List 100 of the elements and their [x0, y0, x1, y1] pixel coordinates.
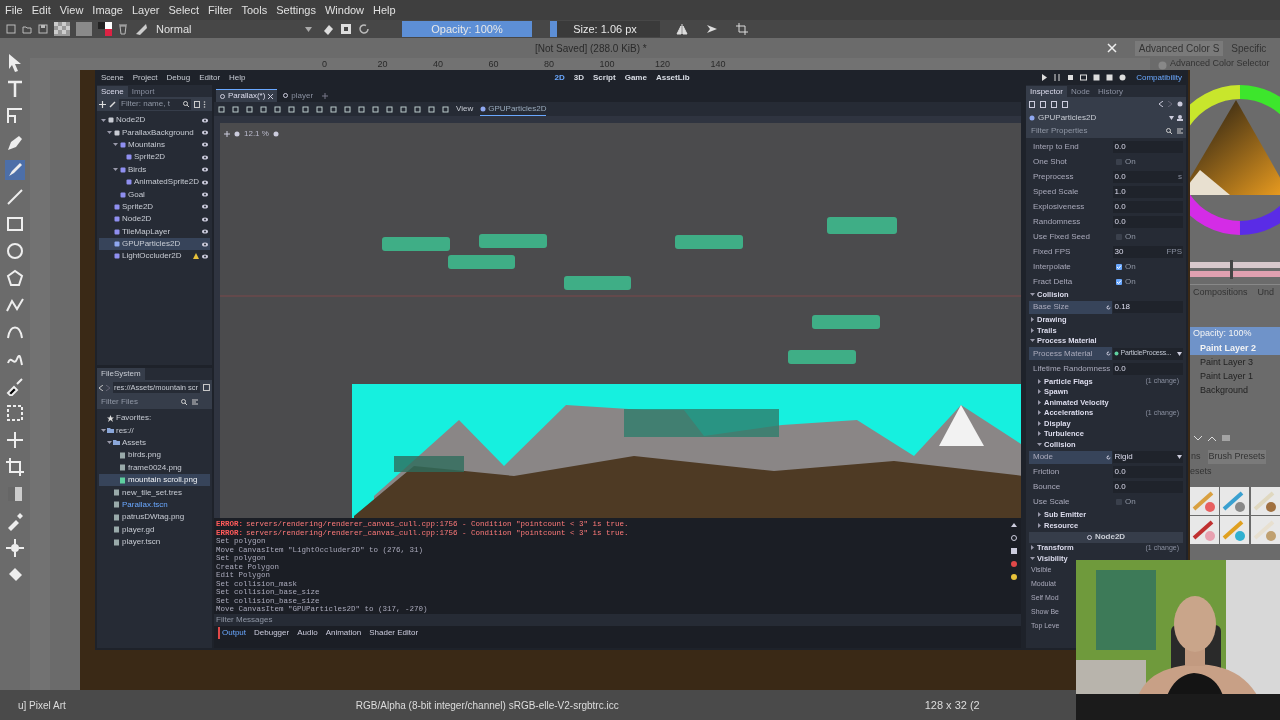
filesystem-row[interactable]: frame0024.png	[99, 461, 210, 474]
unit-label: s	[1178, 170, 1182, 183]
workspace-tab[interactable]: Script	[593, 71, 616, 84]
menu-item[interactable]: Editor	[199, 71, 221, 84]
menu-item[interactable]: View	[59, 1, 84, 19]
dock-tab[interactable]: Scene	[97, 86, 128, 97]
menu-item[interactable]: Select	[168, 1, 200, 19]
node-toolbar-tab[interactable]: GPUParticles2D	[480, 102, 547, 116]
tree-item[interactable]: Goal	[99, 188, 210, 201]
checkbox[interactable]: On	[1116, 230, 1136, 243]
tree-item[interactable]: ParallaxBackground	[99, 126, 210, 139]
bottom-panel-tab[interactable]: Shader Editor	[369, 627, 419, 639]
bottom-panel-tab[interactable]: Animation	[325, 627, 362, 639]
dock-tab[interactable]: Inspector	[1026, 86, 1067, 97]
number-field[interactable]: 0.18	[1113, 301, 1183, 313]
checkbox[interactable]: On	[1116, 260, 1136, 273]
filesystem-row[interactable]: mountain scroll.png	[99, 473, 210, 487]
property-label: Interpolate	[1032, 260, 1072, 273]
filesystem-row[interactable]: Favorites:	[99, 412, 210, 425]
node-name: LightOccluder2D	[122, 250, 183, 263]
number-field[interactable]: 30 FPS	[1113, 245, 1183, 258]
ruler-label: 60	[488, 58, 500, 70]
menu-item[interactable]: Tools	[241, 1, 268, 19]
number-field[interactable]: 0.0 s	[1113, 170, 1183, 183]
property-label: Interp to End	[1032, 140, 1080, 153]
property-label: One Shot	[1032, 155, 1068, 168]
menu-item[interactable]: Project	[132, 71, 158, 84]
checkbox[interactable]: On	[1116, 155, 1136, 168]
menu-item[interactable]: Help	[373, 1, 396, 19]
number-field[interactable]: 0.0	[1113, 140, 1183, 153]
tree-item[interactable]: Node2D	[99, 213, 210, 226]
tree-item[interactable]: Node2D	[99, 114, 210, 127]
ruler-label: 20	[377, 58, 389, 70]
filesystem-row[interactable]: player.tscn	[99, 535, 210, 549]
tree-item[interactable]: TileMapLayer	[99, 225, 210, 238]
tree-item[interactable]: Sprite2D	[99, 200, 210, 214]
tree-item[interactable]: LightOccluder2D	[99, 250, 210, 263]
size-slider[interactable]: Size: 1.06 px	[550, 21, 660, 37]
tree-item[interactable]: Sprite2D	[99, 151, 210, 164]
property-label: Randomness	[1032, 215, 1082, 228]
bottom-panel-tab[interactable]: Output	[218, 627, 246, 639]
menu-item[interactable]: Window	[324, 1, 365, 19]
filter-field[interactable]: Filter Messages	[214, 614, 1021, 626]
node-name: TileMapLayer	[122, 225, 172, 238]
filesystem-row[interactable]: birds.png	[99, 449, 210, 462]
property-label: Explosiveness	[1032, 200, 1086, 213]
bottom-panel-tab[interactable]: Debugger	[254, 627, 290, 639]
menu-item[interactable]: Scene	[101, 71, 124, 84]
filesystem-row[interactable]: res://	[99, 424, 210, 437]
filesystem-row[interactable]: patrusDWtag.png	[99, 511, 210, 524]
renderer-dropdown[interactable]: Compatibility	[1136, 71, 1182, 84]
document-tab[interactable]: Parallax(*)	[216, 89, 278, 102]
view-menu[interactable]: View	[456, 103, 474, 115]
tree-item[interactable]: Birds	[99, 163, 210, 176]
number-field[interactable]: 0.0	[1113, 200, 1183, 213]
dock-tab[interactable]: Import	[127, 86, 159, 97]
menu-item[interactable]: Settings	[276, 1, 316, 19]
workspace-tab[interactable]: 2D	[554, 71, 565, 84]
document-info: [Not Saved] (288.0 KiB) *	[535, 41, 647, 56]
menu-item[interactable]: Layer	[131, 1, 160, 19]
menu-item[interactable]: Help	[229, 71, 246, 84]
node-name: Mountains	[128, 138, 166, 151]
workspace-tab[interactable]: 3D	[573, 71, 584, 84]
tree-item[interactable]: Mountains	[99, 138, 210, 152]
dropdown[interactable]: Rigid	[1113, 451, 1183, 463]
property-label: Use Scale	[1032, 496, 1071, 508]
filesystem-row[interactable]: player.gd	[99, 523, 210, 536]
dock-tab[interactable]: History	[1094, 86, 1127, 97]
filesystem-row[interactable]: Assets	[99, 436, 210, 450]
number-field[interactable]: 1.0	[1113, 185, 1183, 198]
zoom-level[interactable]: 12.1 %	[244, 128, 269, 140]
file-name: birds.png	[128, 449, 161, 462]
property-label: Use Fixed Seed	[1032, 230, 1091, 243]
dock-tab[interactable]: Node	[1066, 86, 1095, 97]
workspace-tab[interactable]: AssetLib	[655, 71, 690, 84]
menu-item[interactable]: Edit	[31, 1, 51, 19]
number-field[interactable]: 0.0	[1113, 362, 1183, 375]
menu-item[interactable]: Filter	[208, 1, 233, 19]
checkbox[interactable]: On	[1116, 275, 1136, 288]
dock-tab[interactable]: FileSystem	[97, 368, 145, 380]
filesystem-row[interactable]: new_tile_set.tres	[99, 486, 210, 499]
filter-field[interactable]: Filter: name, t	[119, 98, 191, 110]
document-tab[interactable]: player	[279, 89, 318, 102]
number-field[interactable]: 0.0	[1113, 466, 1183, 478]
property-label: Friction	[1032, 466, 1061, 478]
node-name: ParallaxBackground	[122, 126, 195, 139]
tree-item[interactable]: AnimatedSprite2D	[99, 175, 210, 189]
status-text: RGB/Alpha (8-bit integer/channel) sRGB-elle-V2-srgbtrc.icc	[355, 698, 619, 713]
blend-mode-dropdown[interactable]: Normal	[154, 21, 314, 37]
workspace-tab[interactable]: Game	[624, 71, 647, 84]
menu-item[interactable]: Image	[92, 1, 123, 19]
checkbox[interactable]: On	[1116, 496, 1136, 508]
file-name: player.gd	[122, 523, 155, 536]
number-field[interactable]: 0.0	[1113, 215, 1183, 228]
filesystem-row[interactable]: Parallax.tscn	[99, 498, 210, 512]
menu-item[interactable]: Debug	[166, 71, 191, 84]
number-field[interactable]: 0.0	[1113, 481, 1183, 493]
menu-item[interactable]: File	[5, 1, 23, 19]
bottom-panel-tab[interactable]: Audio	[297, 627, 318, 639]
tree-item[interactable]: GPUParticles2D	[99, 237, 210, 251]
